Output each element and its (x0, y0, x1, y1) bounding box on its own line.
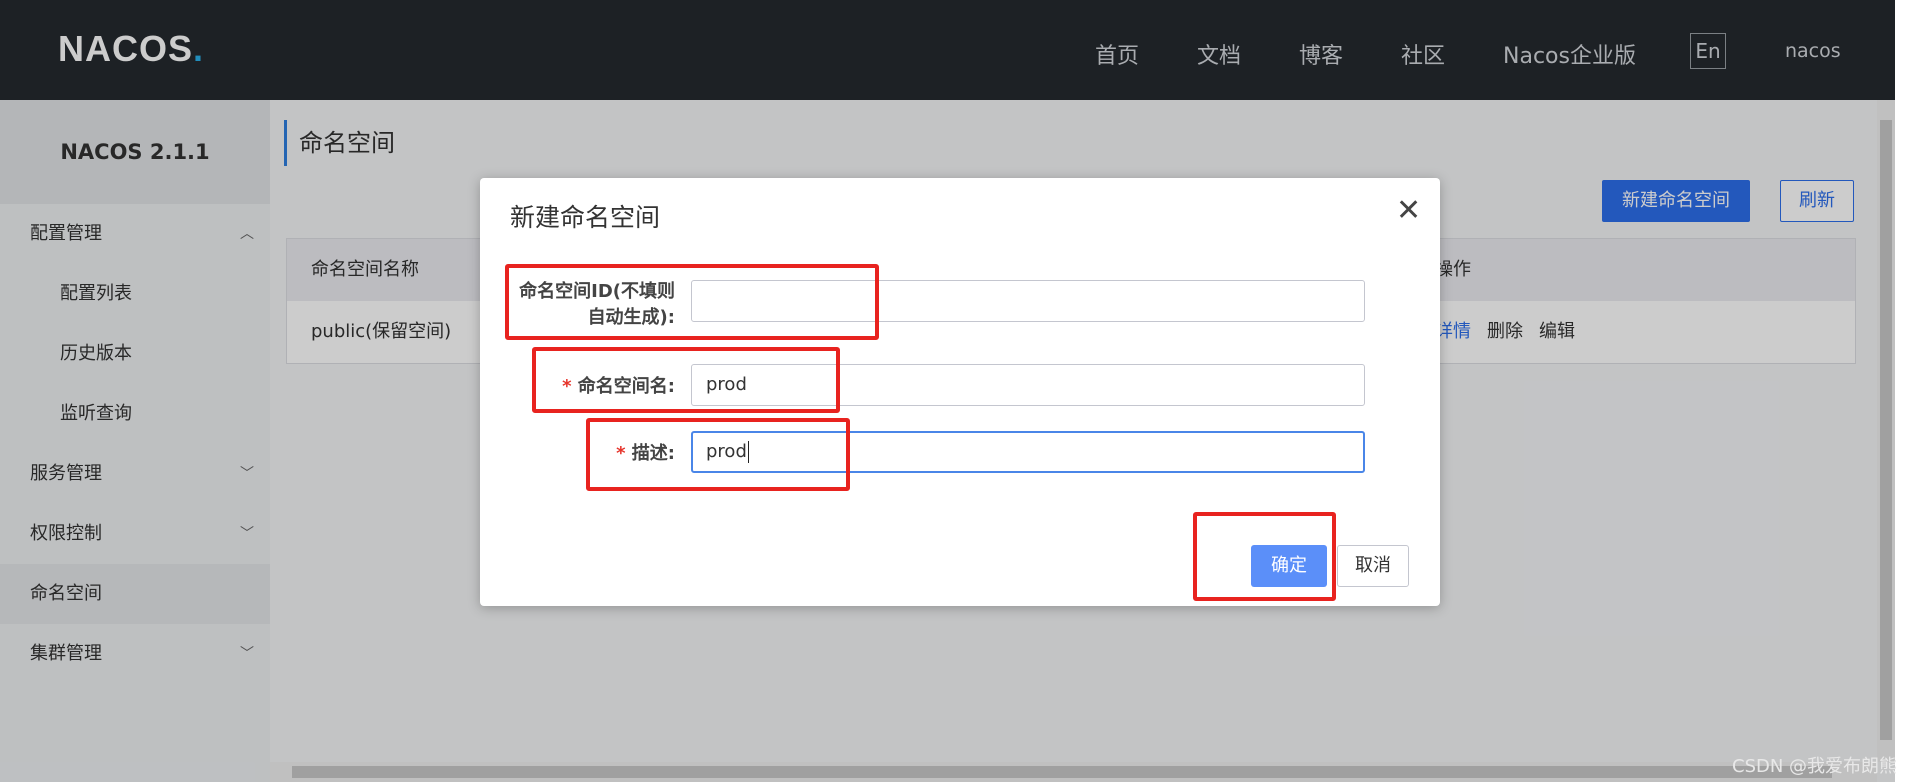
annotation-highlight-confirm-button (1193, 512, 1336, 601)
dialog-title: 新建命名空间 (510, 203, 661, 232)
annotation-highlight-desc-label (586, 418, 850, 491)
close-icon[interactable]: ✕ (1396, 196, 1421, 226)
annotation-highlight-name-label (532, 347, 840, 413)
annotation-highlight-id-label (505, 264, 879, 340)
window-edge (1895, 0, 1920, 782)
watermark: CSDN @我爱布朗熊 (1732, 756, 1898, 777)
cancel-button[interactable]: 取消 (1337, 545, 1409, 587)
